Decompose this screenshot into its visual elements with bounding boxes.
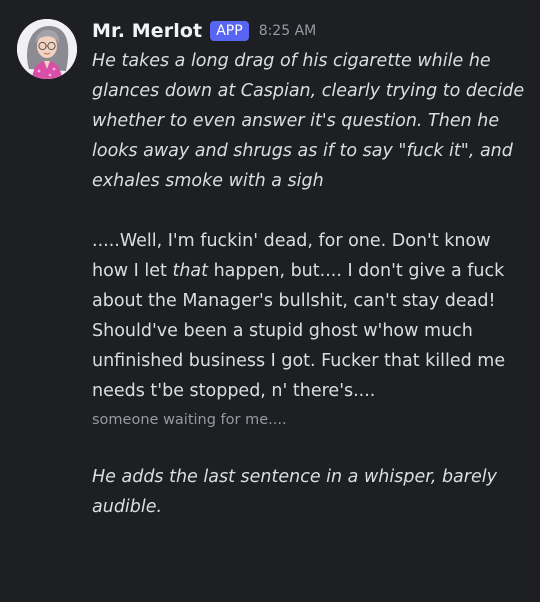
avatar[interactable] bbox=[17, 19, 77, 79]
speech-emphasis: that bbox=[172, 261, 208, 281]
speech-part-2: happen, but.... I don't give a fuck abou… bbox=[92, 261, 506, 401]
avatar-character-portrait-icon bbox=[17, 19, 77, 79]
message-header: Mr. Merlot APP 8:25 AM bbox=[92, 17, 316, 45]
closing-action-text: He adds the last sentence in a whisper, … bbox=[92, 467, 497, 517]
timestamp[interactable]: 8:25 AM bbox=[259, 23, 317, 39]
chat-message: Mr. Merlot APP 8:25 AM He takes a long d… bbox=[0, 0, 540, 602]
username[interactable]: Mr. Merlot bbox=[92, 20, 202, 42]
action-text: He takes a long drag of his cigarette wh… bbox=[92, 51, 525, 191]
whisper-subtext: someone waiting for me.... bbox=[92, 412, 287, 428]
message-content: He takes a long drag of his cigarette wh… bbox=[92, 46, 528, 522]
speech-text: .....Well, I'm fuckin' dead, for one. Do… bbox=[92, 226, 528, 406]
app-badge: APP bbox=[210, 21, 249, 41]
